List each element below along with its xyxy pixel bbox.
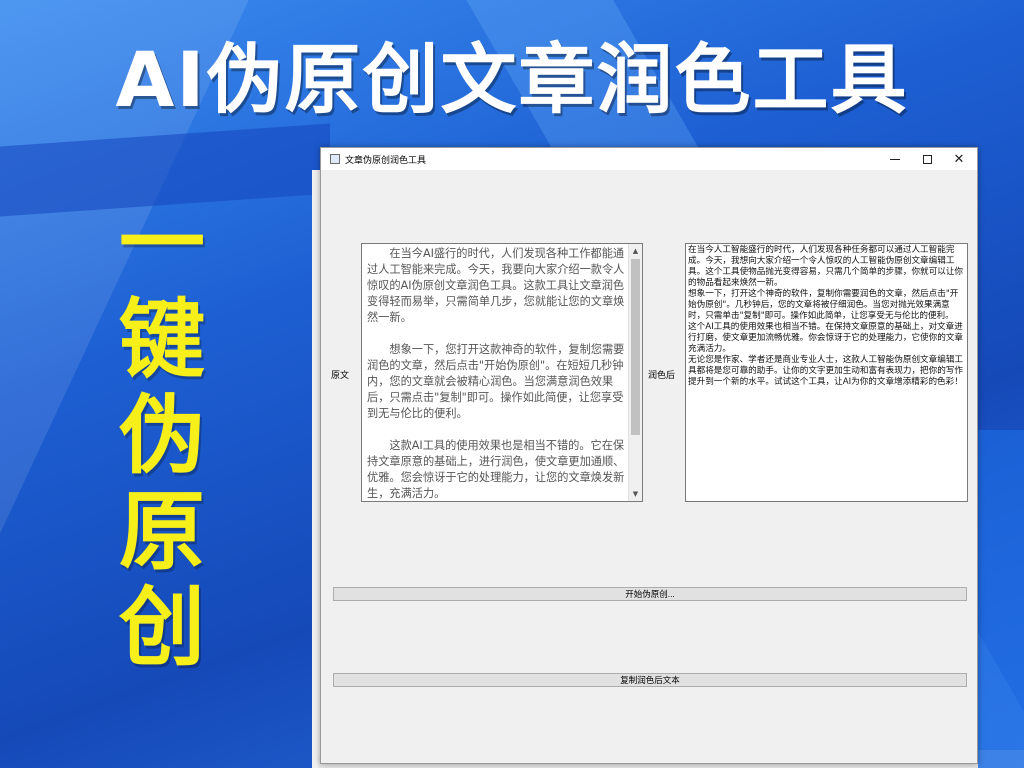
side-slogan: 一 键 伪 原 创 xyxy=(112,196,212,676)
app-window-icon xyxy=(330,154,340,164)
polished-text[interactable]: 在当今人工智能盛行的时代，人们发现各种任务都可以通过人工智能完成。今天，我想向大… xyxy=(688,245,965,388)
slogan-char: 键 xyxy=(119,290,205,390)
polished-label: 润色后 xyxy=(648,371,676,381)
slogan-char: 一 xyxy=(119,194,205,294)
maximize-button[interactable] xyxy=(911,148,943,170)
original-label: 原文 xyxy=(331,371,350,381)
scroll-up-icon[interactable]: ▲ xyxy=(629,244,642,258)
banner-title: AI伪原创文章润色工具 xyxy=(115,35,909,124)
original-text[interactable]: 在当今AI盛行的时代，人们发现各种工作都能通过人工智能来完成。今天，我要向大家介… xyxy=(367,246,629,501)
polished-text-area[interactable]: 在当今人工智能盛行的时代，人们发现各种任务都可以通过人工智能完成。今天，我想向大… xyxy=(685,243,968,502)
original-text-area[interactable]: 在当今AI盛行的时代，人们发现各种工作都能通过人工智能来完成。今天，我要向大家介… xyxy=(361,243,643,502)
slogan-char: 伪 xyxy=(119,386,205,486)
app-window: 文章伪原创润色工具 ✕ 原文 在当今AI盛行的时代，人们发现各种工作都能通过人工… xyxy=(320,147,978,764)
scroll-down-icon[interactable]: ▼ xyxy=(629,487,642,501)
start-rewrite-button[interactable]: 开始伪原创... xyxy=(333,587,967,601)
slogan-char: 原 xyxy=(119,482,205,582)
scroll-thumb[interactable] xyxy=(631,259,640,435)
close-icon: ✕ xyxy=(953,151,965,167)
original-scrollbar[interactable]: ▲ ▼ xyxy=(628,244,642,501)
maximize-icon xyxy=(922,154,932,164)
window-titlebar[interactable]: 文章伪原创润色工具 ✕ xyxy=(321,148,977,170)
close-button[interactable]: ✕ xyxy=(943,148,975,170)
minimize-button[interactable] xyxy=(879,148,911,170)
window-title: 文章伪原创润色工具 xyxy=(345,156,427,166)
slogan-char: 创 xyxy=(119,578,205,678)
minimize-icon xyxy=(890,158,900,160)
copy-polished-button[interactable]: 复制润色后文本 xyxy=(333,673,967,687)
